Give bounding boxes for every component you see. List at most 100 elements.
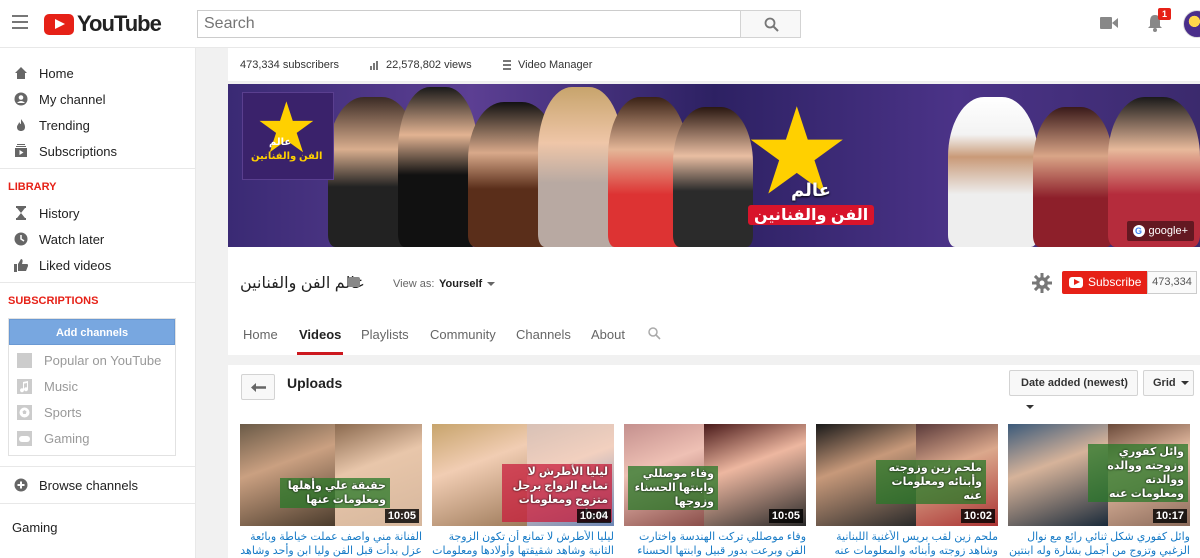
sidebar-item-label: Home xyxy=(39,65,74,81)
sidebar-item-history[interactable]: History xyxy=(0,200,196,226)
video-title[interactable]: ملحم زين لقب بريس الأغنية اللبنانية وشاه… xyxy=(816,530,998,558)
banner-person xyxy=(673,107,753,247)
arrow-left-icon xyxy=(251,383,266,392)
subscriber-count: 473,334 xyxy=(1147,271,1197,294)
view-mode-dropdown[interactable]: Grid xyxy=(1143,370,1194,396)
video-thumbnail[interactable]: ملحم زين وزوجته وأبنائه ومعلومات عنه 10:… xyxy=(816,424,998,526)
add-circle-icon xyxy=(14,478,28,492)
thumbnail-caption: ملحم زين وزوجته وأبنائه ومعلومات عنه xyxy=(876,460,986,504)
uploads-section: Uploads Date added (newest) Grid حقيقة ع… xyxy=(228,365,1200,558)
channel-stats-bar: 473,334 subscribers 22,578,802 views Vid… xyxy=(228,48,1200,82)
sidebar-item-my-channel[interactable]: My channel xyxy=(0,86,196,112)
tab-playlists[interactable]: Playlists xyxy=(361,327,409,342)
video-thumbnail[interactable]: ليليا الأطرش لا تمانع الزواج برجل متزوج … xyxy=(432,424,614,526)
video-thumbnail[interactable]: حقيقة علي وأهلها ومعلومات عنها 10:05 xyxy=(240,424,422,526)
video-card[interactable]: ملحم زين وزوجته وأبنائه ومعلومات عنه 10:… xyxy=(816,424,998,558)
sidebar: Home My channel Trending Subscriptions L… xyxy=(0,48,196,558)
sidebar-item-liked-videos[interactable]: Liked videos xyxy=(0,252,196,278)
video-card[interactable]: حقيقة علي وأهلها ومعلومات عنها 10:05 الف… xyxy=(240,424,422,558)
view-as-label: View as: xyxy=(393,278,435,290)
search-input[interactable] xyxy=(197,10,741,38)
clock-icon xyxy=(14,232,28,246)
avatar[interactable] xyxy=(1183,10,1200,38)
video-card[interactable]: وفاء موصللي وابنتها الحسناء وزوجها 10:05… xyxy=(624,424,806,558)
sort-dropdown[interactable]: Date added (newest) xyxy=(1009,370,1138,410)
tab-channels[interactable]: Channels xyxy=(516,327,571,342)
sidebar-item-label: Gaming xyxy=(44,430,90,446)
video-duration: 10:05 xyxy=(384,509,419,523)
tab-videos[interactable]: Videos xyxy=(299,327,341,342)
chevron-down-icon xyxy=(1180,381,1189,386)
sidebar-item-label: My channel xyxy=(39,91,106,107)
gamepad-icon xyxy=(17,430,32,446)
back-button[interactable] xyxy=(241,374,275,400)
youtube-logo[interactable]: YouTube xyxy=(44,11,162,36)
video-title[interactable]: وفاء موصللي تركت الهندسة واختارت الفن وب… xyxy=(624,530,806,558)
mail-icon xyxy=(348,277,360,287)
logo-text-bottom: الفن والفنانين xyxy=(251,151,323,162)
google-plus-label: google+ xyxy=(1148,225,1188,237)
banner-person xyxy=(948,97,1038,247)
hourglass-icon xyxy=(16,206,26,220)
sidebar-item-label: Gaming xyxy=(12,519,58,535)
video-manager-link[interactable]: Video Manager xyxy=(518,59,592,71)
sidebar-item-gaming[interactable]: Gaming xyxy=(9,425,175,451)
channel-header: عالم الفن والفنانين View as: Yourself Su… xyxy=(228,247,1200,355)
logo-wordmark: YouTube xyxy=(77,11,162,36)
banner-title-top: عالم xyxy=(791,180,831,200)
sidebar-item-browse-channels[interactable]: Browse channels xyxy=(0,472,196,498)
channel-search-icon[interactable] xyxy=(648,327,661,340)
sidebar-item-label: Popular on YouTube xyxy=(44,352,162,368)
sidebar-item-music[interactable]: Music xyxy=(9,373,175,399)
video-title[interactable]: الفنانة مني واصف عملت خياطة وبائعة عزل ب… xyxy=(240,530,422,558)
thumbnail-caption: حقيقة علي وأهلها ومعلومات عنها xyxy=(280,478,390,508)
chevron-down-icon xyxy=(487,282,496,287)
tab-about[interactable]: About xyxy=(591,327,625,342)
subscribe-button[interactable]: Subscribe xyxy=(1062,271,1147,294)
view-as-dropdown[interactable]: Yourself xyxy=(439,278,496,290)
thumbnail-caption: وفاء موصللي وابنتها الحسناء وزوجها xyxy=(628,466,718,510)
video-camera-icon[interactable] xyxy=(1100,16,1118,30)
video-title[interactable]: ليليا الأطرش لا تمانع أن تكون الزوجة الث… xyxy=(432,530,614,558)
sidebar-item-popular-on-youtube[interactable]: Popular on YouTube xyxy=(9,347,175,373)
sports-ball-icon xyxy=(17,404,32,420)
active-tab-indicator xyxy=(297,352,343,355)
add-channels-button[interactable]: Add channels xyxy=(9,319,175,345)
sidebar-item-watch-later[interactable]: Watch later xyxy=(0,226,196,252)
video-thumbnail[interactable]: وفاء موصللي وابنتها الحسناء وزوجها 10:05 xyxy=(624,424,806,526)
gear-icon[interactable] xyxy=(1032,273,1052,293)
sidebar-item-home[interactable]: Home xyxy=(0,60,196,86)
sidebar-divider xyxy=(0,503,196,504)
thumbnail-photo xyxy=(240,424,335,526)
channel-main: 473,334 subscribers 22,578,802 views Vid… xyxy=(228,48,1200,558)
sidebar-item-trending[interactable]: Trending xyxy=(0,112,196,138)
sidebar-divider xyxy=(0,466,196,467)
sidebar-item-label: Sports xyxy=(44,404,82,420)
video-card[interactable]: وائل كفوري وزوجته ووالده ووالدته ومعلوما… xyxy=(1008,424,1190,558)
channel-avatar-logo: ★ عالم الفن والفنانين xyxy=(242,92,334,180)
video-duration: 10:17 xyxy=(1152,509,1187,523)
search-button[interactable] xyxy=(740,10,801,38)
bar-chart-icon xyxy=(370,61,378,70)
sidebar-item-gaming-section[interactable]: Gaming xyxy=(0,514,196,540)
google-icon: G xyxy=(1132,225,1145,237)
video-title[interactable]: وائل كفوري شكل ثنائي رائع مع نوال الزغبي… xyxy=(1008,530,1190,558)
video-manager-icon xyxy=(503,60,511,70)
tab-home[interactable]: Home xyxy=(243,327,278,342)
banner-person xyxy=(398,87,478,247)
menu-icon[interactable] xyxy=(12,15,28,29)
google-plus-link[interactable]: G google+ xyxy=(1126,221,1194,241)
sidebar-item-subscriptions[interactable]: Subscriptions xyxy=(0,138,196,164)
channel-title: عالم الفن والفنانين xyxy=(240,275,365,292)
sidebar-item-label: Watch later xyxy=(39,231,105,247)
sidebar-item-label: History xyxy=(39,205,80,221)
video-card[interactable]: ليليا الأطرش لا تمانع الزواج برجل متزوج … xyxy=(432,424,614,558)
video-duration: 10:05 xyxy=(768,509,803,523)
chevron-down-icon xyxy=(1026,405,1034,410)
tab-community[interactable]: Community xyxy=(430,327,496,342)
video-thumbnail[interactable]: وائل كفوري وزوجته ووالده ووالدته ومعلوما… xyxy=(1008,424,1190,526)
play-logo-icon xyxy=(44,13,74,35)
sidebar-divider xyxy=(0,168,196,169)
music-note-icon xyxy=(17,378,32,394)
sidebar-item-sports[interactable]: Sports xyxy=(9,399,175,425)
